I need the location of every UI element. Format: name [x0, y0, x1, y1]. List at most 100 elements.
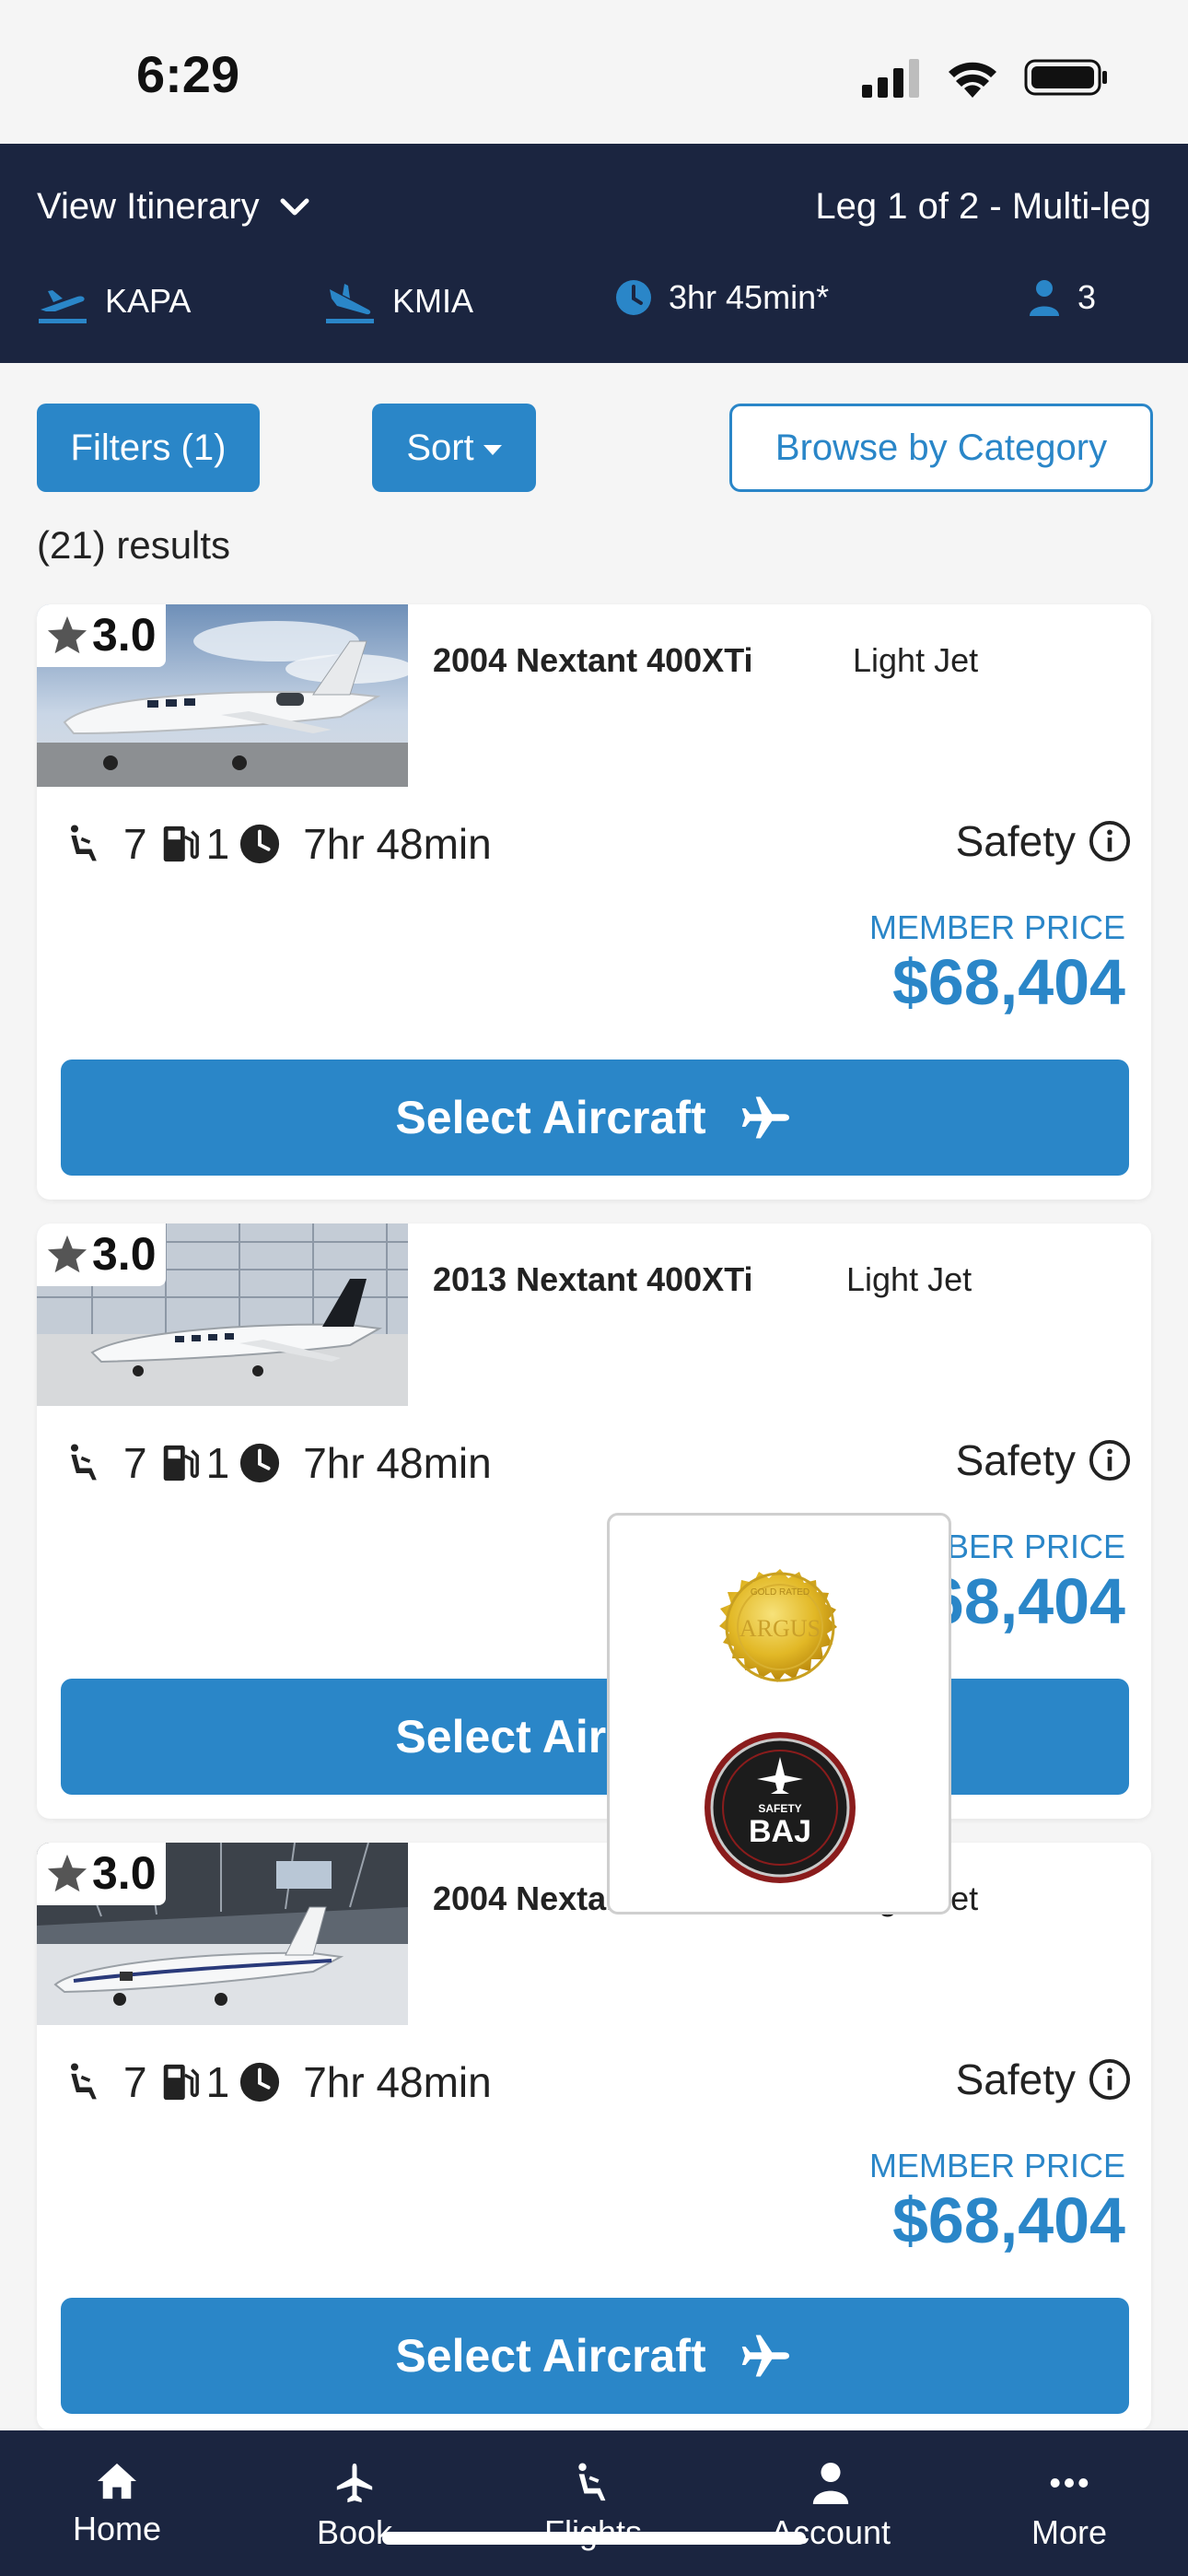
cellular-signal-icon [862, 59, 919, 98]
safety-label: Safety [955, 817, 1076, 865]
sort-button[interactable]: Sort [372, 404, 536, 492]
filters-button[interactable]: Filters (1) [37, 404, 260, 492]
takeoff-icon [39, 290, 87, 323]
info-icon [1089, 820, 1131, 862]
star-icon [47, 615, 87, 654]
results-count: (21) results [37, 523, 231, 567]
select-aircraft-button[interactable]: Select Aircraft [61, 1060, 1129, 1176]
tab-book-label: Book [316, 2513, 393, 2551]
airplane-icon [336, 2463, 373, 2503]
safety-info-button[interactable]: Safety [956, 816, 1131, 866]
select-aircraft-button[interactable]: Select Aircraft [61, 1679, 1129, 1795]
status-icons [862, 57, 1109, 98]
duration-text: 3hr 45min* [669, 278, 830, 316]
fuel-stop-count: 1 [205, 2058, 230, 2106]
aircraft-specs: 7 1 7hr 48min [64, 1435, 492, 1491]
browse-by-category-button[interactable]: Browse by Category [729, 404, 1153, 492]
battery-icon [1024, 59, 1107, 96]
argus-badge: ARGUS GOLD RATED [719, 1569, 837, 1682]
star-icon [47, 1235, 87, 1273]
tab-home[interactable]: Home [25, 2462, 209, 2548]
aircraft-specs: 7 1 7hr 48min [64, 2055, 492, 2110]
fuel-icon [163, 1445, 199, 1481]
safety-label: Safety [955, 1436, 1076, 1484]
landing-icon [326, 284, 374, 323]
member-price-label: MEMBER PRICE [868, 2147, 1125, 2184]
safety-info-button[interactable]: Safety [956, 1435, 1131, 1485]
select-aircraft-label: Select Aircraft [395, 2330, 706, 2382]
rating-badge: 3.0 [37, 1224, 166, 1286]
info-icon [1089, 1439, 1131, 1481]
star-icon [47, 1854, 87, 1892]
seat-count: 7 [123, 1439, 147, 1487]
route-summary: KAPA KMIA 3hr 45min* 3 [37, 278, 1151, 334]
view-itinerary-toggle[interactable]: View Itinerary [37, 186, 311, 228]
aircraft-category: Light Jet [853, 641, 979, 679]
bottom-tab-bar: Home Book Flights Account More [0, 2430, 1188, 2576]
passenger-count-text: 3 [1077, 278, 1097, 316]
seat-icon [70, 825, 97, 861]
baj-badge: SAFETY BAJ [705, 1732, 856, 1883]
ellipsis-icon [1050, 2478, 1089, 2488]
home-indicator[interactable] [382, 2532, 806, 2545]
aircraft-card: 3.0 2004 Nextant 400XTi Light Jet 7 1 7h… [37, 1843, 1151, 2430]
clock-icon [616, 280, 651, 315]
price-value: $68,404 [891, 946, 1125, 1018]
leg-label: Leg 1 of 2 - Multi-leg [815, 186, 1151, 227]
fuel-icon [163, 2064, 199, 2101]
clock-icon [240, 2062, 280, 2102]
member-price-label: MEMBER PRICE [868, 908, 1125, 946]
flight-time: 7hr 48min [303, 1439, 492, 1487]
seat-count: 7 [123, 2058, 147, 2106]
rating-badge: 3.0 [37, 1843, 166, 1905]
home-icon [98, 2463, 136, 2500]
baj-ring-text: SAFETY [758, 1802, 801, 1815]
aircraft-name: 2013 Nextant 400XTi [433, 1260, 753, 1298]
rating-value: 3.0 [92, 1228, 157, 1280]
passenger-count: 3 [1028, 278, 1096, 317]
person-icon [812, 2462, 849, 2504]
tab-more[interactable]: More [977, 2462, 1161, 2552]
flight-time: 7hr 48min [303, 820, 492, 868]
clock-icon [240, 824, 280, 864]
caret-down-icon [483, 444, 502, 455]
arrival-airport: KMIA [324, 278, 473, 324]
info-icon [1089, 2058, 1131, 2101]
select-aircraft-button[interactable]: Select Aircraft [61, 2298, 1129, 2414]
fuel-stop-count: 1 [205, 1439, 230, 1487]
baj-badge-text: BAJ [749, 1814, 811, 1849]
aircraft-card: 3.0 2013 Nextant 400XTi Light Jet 7 1 7h… [37, 1224, 1151, 1819]
rating-value: 3.0 [92, 609, 157, 661]
safety-popover: ARGUS GOLD RATED SAFETY BAJ [607, 1513, 951, 1914]
fuel-stop-count: 1 [205, 820, 230, 868]
clock-icon [240, 1443, 280, 1483]
seat-icon [70, 2063, 97, 2100]
airplane-icon [741, 1096, 789, 1139]
seat-count: 7 [123, 820, 147, 868]
aircraft-card: 3.0 2004 Nextant 400XTi Light Jet 7 1 7h… [37, 604, 1151, 1200]
safety-info-button[interactable]: Safety [956, 2055, 1131, 2104]
fuel-icon [163, 825, 199, 862]
status-time: 6:29 [136, 45, 240, 103]
browse-label: Browse by Category [775, 427, 1108, 468]
person-icon [1030, 280, 1059, 316]
tab-more-label: More [1031, 2513, 1108, 2551]
aircraft-category: Light Jet [846, 1260, 973, 1298]
select-aircraft-label: Select Aircraft [395, 1092, 706, 1143]
seat-icon [578, 2463, 606, 2501]
rating-badge: 3.0 [37, 604, 166, 667]
aircraft-specs: 7 1 7hr 48min [64, 816, 492, 872]
airplane-icon [741, 2335, 789, 2377]
view-itinerary-label: View Itinerary [37, 186, 260, 227]
safety-label: Safety [955, 2055, 1076, 2103]
departure-airport: KAPA [37, 278, 191, 324]
tab-home-label: Home [72, 2510, 162, 2547]
flight-duration: 3hr 45min* [615, 278, 829, 317]
itinerary-header: View Itinerary Leg 1 of 2 - Multi-leg KA… [0, 144, 1188, 363]
seat-icon [70, 1444, 97, 1481]
argus-badge-text: ARGUS [740, 1615, 821, 1642]
arrival-code: KMIA [392, 282, 474, 320]
aircraft-name: 2004 Nextant 400XTi [433, 641, 753, 679]
departure-code: KAPA [105, 282, 192, 320]
chevron-down-icon [280, 198, 309, 215]
